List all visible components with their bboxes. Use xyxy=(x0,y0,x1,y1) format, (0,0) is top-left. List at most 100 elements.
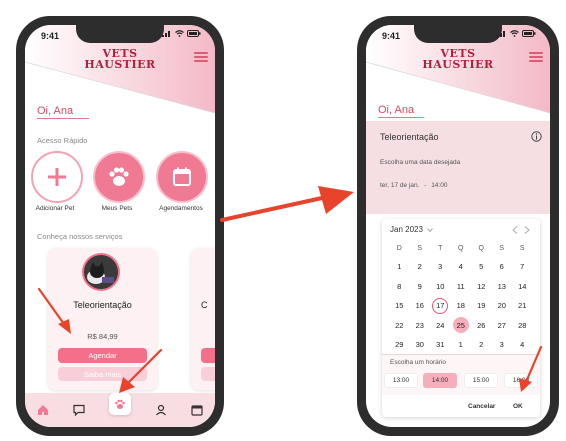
calendar-day[interactable]: 2 xyxy=(410,257,431,277)
ok-button[interactable]: OK xyxy=(513,403,523,410)
paw-nav-button[interactable] xyxy=(109,393,131,415)
calendar-day[interactable]: 27 xyxy=(492,316,513,336)
calendar-day[interactable]: 28 xyxy=(512,316,533,336)
calendar-day[interactable]: 16 xyxy=(410,296,431,316)
weekday-label: D xyxy=(396,244,402,252)
transition-arrow xyxy=(220,186,354,222)
peek-card-button-2 xyxy=(201,367,215,381)
calendar-day[interactable]: 19 xyxy=(471,296,492,316)
calendar-day[interactable]: 7 xyxy=(512,257,533,277)
wifi-icon xyxy=(175,30,184,37)
quick-label-add-pet: Adicionar Pet xyxy=(35,205,75,212)
cancel-button[interactable]: Cancelar xyxy=(468,403,495,410)
time-option[interactable]: 15:00 xyxy=(464,373,498,388)
chevron-down-icon xyxy=(427,227,433,232)
appointments-button[interactable] xyxy=(156,151,208,203)
add-pet-button[interactable] xyxy=(31,151,83,203)
status-icons xyxy=(162,30,201,37)
datetime-separator: - xyxy=(424,182,427,189)
peek-card-button xyxy=(201,348,215,363)
calendar-day[interactable]: 2 xyxy=(471,335,492,355)
bottom-navigation xyxy=(25,393,215,427)
weekday-row: DSTQQSS xyxy=(389,239,533,257)
time-label: Escolha um horário xyxy=(390,359,446,366)
chevron-right-icon[interactable] xyxy=(524,226,530,234)
day-grid: 1 2 3 4 5 6 7 8 9 10 11 12 13 14 15 16 17 18 19 20 21 22 23 24 2… xyxy=(389,257,533,355)
weekday-label: Q xyxy=(478,244,484,252)
menu-icon[interactable] xyxy=(529,52,543,64)
calendar-day[interactable]: 22 xyxy=(389,316,410,336)
booking-title: Teleorientação xyxy=(380,132,439,142)
greeting: Oi, Ana xyxy=(37,105,89,119)
calendar-day[interactable]: 12 xyxy=(471,277,492,297)
calendar-day[interactable]: 4 xyxy=(451,257,472,277)
cat-photo-icon xyxy=(84,255,118,289)
calendar-day[interactable]: 5 xyxy=(471,257,492,277)
month-selector[interactable]: Jan 2023 xyxy=(390,225,433,234)
calendar-icon[interactable] xyxy=(191,404,203,416)
services-title: Conheça nossos serviços xyxy=(37,232,123,241)
calendar-day[interactable]: 31 xyxy=(430,335,451,355)
time-option-selected[interactable]: 14:00 xyxy=(423,373,457,388)
pointer-arrow-schedule xyxy=(37,287,71,334)
calendar-day[interactable]: 3 xyxy=(492,335,513,355)
calendar-day[interactable]: 30 xyxy=(410,335,431,355)
brand-line-2: HAUSTIER xyxy=(84,58,156,71)
phone-notch xyxy=(76,25,164,43)
my-pets-button[interactable] xyxy=(93,151,145,203)
peek-card-letter: C xyxy=(201,300,208,310)
calendar-day[interactable]: 26 xyxy=(471,316,492,336)
calendar-day[interactable]: 15 xyxy=(389,296,410,316)
calendar-icon xyxy=(173,167,191,186)
calendar-day[interactable]: 1 xyxy=(451,335,472,355)
calendar-day[interactable]: 23 xyxy=(410,316,431,336)
calendar-day[interactable]: 21 xyxy=(512,296,533,316)
calendar-day[interactable]: 11 xyxy=(451,277,472,297)
brand-line-2: HAUSTIER xyxy=(422,58,494,71)
menu-icon[interactable] xyxy=(194,52,208,64)
selected-time: 14:00 xyxy=(431,182,448,189)
calendar-day[interactable]: 6 xyxy=(492,257,513,277)
quick-access-title: Acesso Rápido xyxy=(37,136,88,145)
calendar-day[interactable]: 24 xyxy=(430,316,451,336)
battery-icon xyxy=(522,30,536,37)
date-prompt: Escolha uma data desejada xyxy=(380,159,461,166)
chat-icon[interactable] xyxy=(73,404,85,416)
status-time: 9:41 xyxy=(41,31,60,41)
battery-icon xyxy=(187,30,201,37)
calendar-day-selected[interactable]: 25 xyxy=(452,317,469,334)
calendar-day[interactable]: 1 xyxy=(389,257,410,277)
calendar-day[interactable]: 9 xyxy=(410,277,431,297)
paw-icon xyxy=(109,167,129,186)
home-icon[interactable] xyxy=(37,404,49,416)
wifi-icon xyxy=(510,30,519,37)
calendar-day[interactable]: 13 xyxy=(492,277,513,297)
plus-icon xyxy=(48,168,66,186)
calendar-day[interactable]: 3 xyxy=(430,257,451,277)
brand-logo: VETS HAUSTIER xyxy=(25,48,215,70)
quick-label-my-pets: Meus Pets xyxy=(101,205,133,212)
chevron-left-icon[interactable] xyxy=(512,226,518,234)
paw-icon xyxy=(115,399,125,409)
selected-date: ter, 17 de jan. xyxy=(380,182,420,189)
pointer-arrow-paw xyxy=(119,348,163,393)
calendar-day[interactable]: 14 xyxy=(512,277,533,297)
service-card-peek[interactable]: C xyxy=(191,248,215,390)
calendar-day[interactable]: 8 xyxy=(389,277,410,297)
greeting: Oi, Ana xyxy=(378,104,424,118)
user-icon[interactable] xyxy=(155,404,167,416)
status-icons xyxy=(497,30,536,37)
calendar-day[interactable]: 29 xyxy=(389,335,410,355)
weekday-label: S xyxy=(499,244,505,252)
brand-logo: VETS HAUSTIER xyxy=(366,48,550,70)
pointer-arrow-ok xyxy=(519,345,543,392)
phone-notch xyxy=(414,25,502,43)
info-icon[interactable] xyxy=(531,131,542,142)
pet-avatar xyxy=(82,253,120,291)
calendar-day[interactable]: 10 xyxy=(430,277,451,297)
time-option[interactable]: 13:00 xyxy=(384,373,418,388)
calendar-day[interactable]: 18 xyxy=(451,296,472,316)
weekday-label: Q xyxy=(458,244,464,252)
calendar-day[interactable]: 20 xyxy=(492,296,513,316)
calendar-day-today[interactable]: 17 xyxy=(432,297,449,314)
